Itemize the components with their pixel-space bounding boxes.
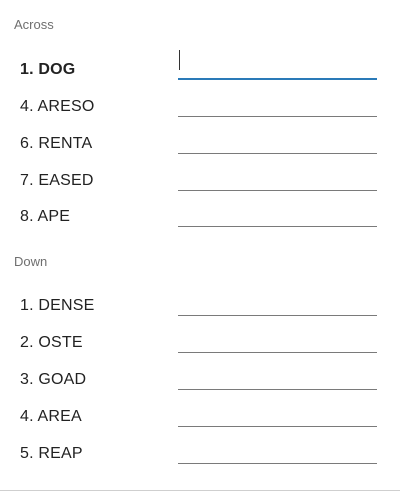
across-clue-row: 6. RENTA (0, 128, 400, 158)
across-clue-label: 4. ARESO (20, 98, 95, 115)
down-clue-label: 4. AREA (20, 408, 82, 425)
down-clue-row: 4. AREA (0, 401, 400, 431)
across-answer-input[interactable] (178, 128, 377, 154)
down-answer-input[interactable] (178, 438, 377, 464)
down-clue-row: 5. REAP (0, 438, 400, 468)
across-section-title: Across (14, 17, 54, 32)
across-clue-row: 4. ARESO (0, 91, 400, 121)
down-clue-row: 1. DENSE (0, 290, 400, 320)
across-clue-row: 7. EASED (0, 165, 400, 195)
text-caret (179, 50, 180, 70)
down-clue-label: 3. GOAD (20, 371, 87, 388)
down-section-title: Down (14, 254, 48, 269)
down-answer-input[interactable] (178, 290, 377, 316)
across-clue-row: 1. DOG (0, 50, 400, 84)
across-clue-label: 1. DOG (20, 61, 76, 78)
across-clue-label: 7. EASED (20, 172, 94, 189)
across-clue-label: 6. RENTA (20, 135, 93, 152)
down-clue-label: 1. DENSE (20, 297, 95, 314)
down-answer-input[interactable] (178, 327, 377, 353)
across-answer-input[interactable] (178, 54, 377, 80)
down-clue-label: 2. OSTE (20, 334, 83, 351)
across-answer-input[interactable] (178, 91, 377, 117)
bottom-divider (0, 490, 400, 491)
down-clue-row: 3. GOAD (0, 364, 400, 394)
down-answer-input[interactable] (178, 364, 377, 390)
down-clue-row: 2. OSTE (0, 327, 400, 357)
across-answer-input[interactable] (178, 201, 377, 227)
across-clue-label: 8. APE (20, 208, 71, 225)
down-clue-label: 5. REAP (20, 445, 83, 462)
down-answer-input[interactable] (178, 401, 377, 427)
across-clue-row: 8. APE (0, 201, 400, 231)
across-answer-input[interactable] (178, 165, 377, 191)
